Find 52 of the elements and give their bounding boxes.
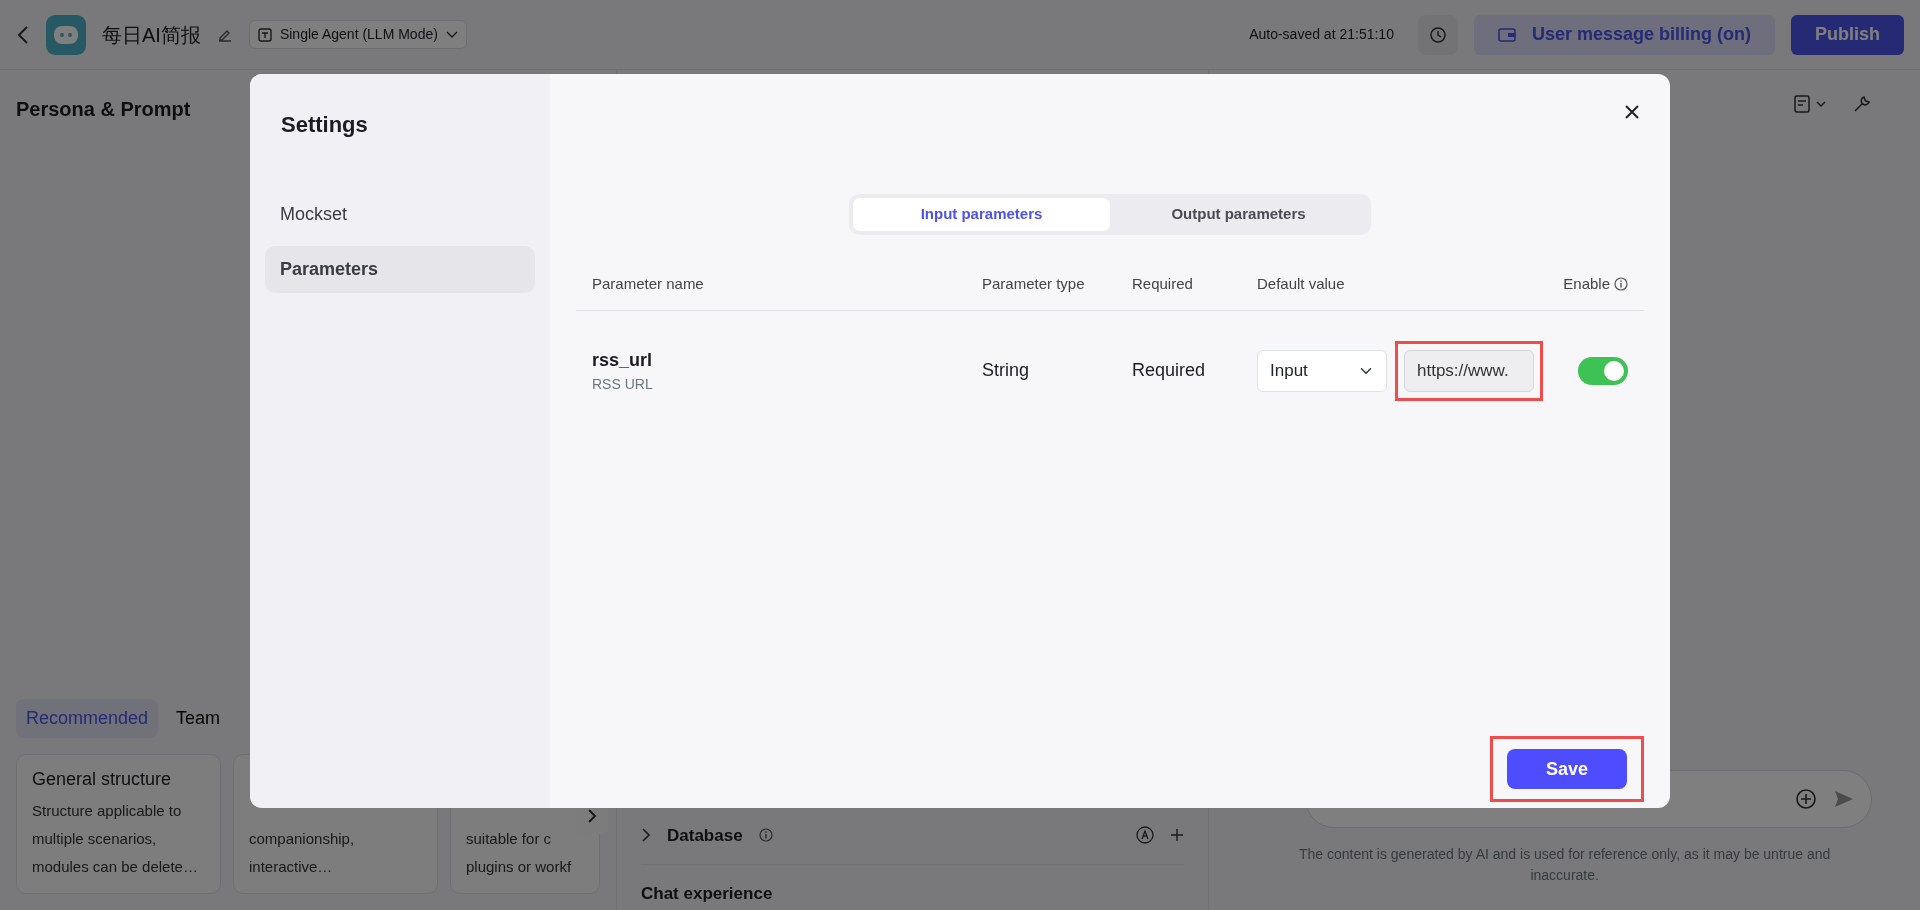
bot-title: 每日AI简报: [102, 22, 201, 48]
auto-icon[interactable]: [1136, 826, 1155, 845]
chevron-icon[interactable]: [641, 828, 651, 843]
wrench-icon[interactable]: [1852, 94, 1872, 114]
section-title: Persona & Prompt: [16, 97, 192, 122]
card-title: General structure: [32, 768, 173, 791]
mode-dropdown[interactable]: Single Agent (LLM Mode): [248, 20, 467, 49]
value-source-select[interactable]: Input: [1257, 349, 1387, 392]
parameters-tab[interactable]: Output parameters: [1110, 198, 1367, 231]
close-icon[interactable]: [1624, 104, 1640, 120]
column-header: Enable: [1563, 273, 1610, 294]
card-description: suitable for c plugins or workf: [466, 829, 573, 877]
skill-label: Database: [667, 824, 743, 847]
column-header: Parameter type: [982, 274, 1085, 292]
settings-menu-item[interactable]: Mockset: [265, 191, 535, 238]
required-text: Required: [1132, 360, 1206, 380]
app-logo: [46, 14, 86, 55]
publish-button[interactable]: Publish: [1791, 14, 1904, 55]
billing-button[interactable]: User message billing (on): [1473, 14, 1775, 55]
info-icon: [758, 828, 773, 843]
parameters-tab[interactable]: Input parameters: [853, 198, 1110, 231]
disclaimer-text: The content is generated by AI and is used for reference only, as it may be untrue and inaccurate.: [1298, 845, 1832, 885]
settings-menu-item[interactable]: Parameters: [265, 246, 535, 293]
send-icon[interactable]: [1833, 788, 1855, 810]
template-card[interactable]: General structure Structure applicable to multiple scenarios, modules can be delete…: [16, 754, 221, 894]
mode-icon: [257, 27, 272, 42]
debug-menu-icon[interactable]: [1794, 94, 1828, 114]
parameter-description: RSS URL: [592, 374, 654, 394]
card-description: companionship, interactive…: [249, 829, 356, 877]
template-tab[interactable]: Team: [166, 699, 231, 738]
parameter-name: rss_url: [592, 348, 654, 372]
info-icon: [1614, 277, 1628, 291]
dialog-title: Settings: [280, 111, 369, 139]
history-button[interactable]: [1417, 14, 1458, 55]
clock-icon: [1428, 25, 1447, 44]
section-title: Chat experience: [641, 883, 774, 905]
enable-toggle[interactable]: [1578, 356, 1628, 385]
caret-icon: [445, 30, 458, 39]
wallet-icon: [1497, 27, 1516, 42]
template-tab[interactable]: Recommended: [16, 699, 159, 738]
save-button[interactable]: Save: [1507, 749, 1627, 789]
autosave-text: Auto-saved at 21:51:10: [1249, 25, 1394, 44]
chevron-icon: [587, 808, 597, 824]
default-value-field[interactable]: https://www.: [1404, 349, 1534, 392]
column-header: Default value: [1257, 274, 1345, 292]
add-icon[interactable]: [1170, 828, 1185, 843]
add-icon[interactable]: [1795, 788, 1817, 810]
parameter-type: String: [982, 360, 1030, 380]
back-icon[interactable]: [16, 23, 30, 46]
column-header: Required: [1132, 274, 1193, 292]
card-description: Structure applicable to multiple scenarios, modules can be delete…: [32, 801, 199, 877]
column-header: Parameter name: [592, 274, 704, 292]
